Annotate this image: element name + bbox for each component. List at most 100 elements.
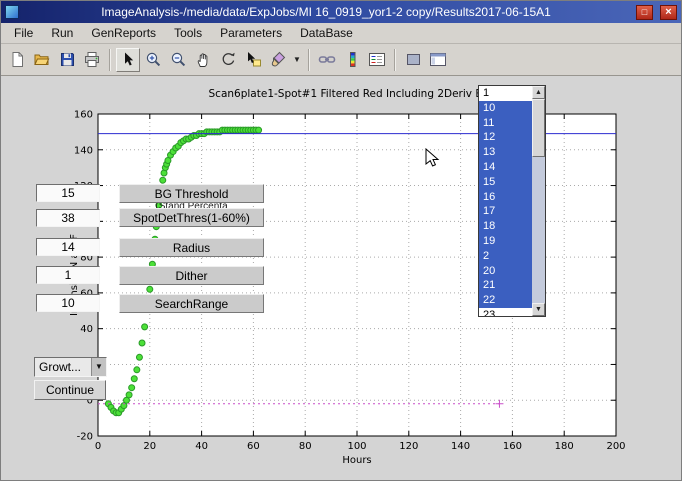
maximize-button[interactable]: □ [636,5,653,20]
listbox-item[interactable]: 21 [479,278,532,293]
menu-parameters[interactable]: Parameters [211,24,291,42]
print-figure-button[interactable] [80,48,104,72]
zoom-out-button[interactable] [166,48,190,72]
growth-plot: 020406080100120140160180200-200204060801… [1,77,682,481]
spotdetthres-button[interactable]: SpotDetThres(1-60%) [119,208,264,227]
zoom-in-icon [145,51,162,68]
listbox-item[interactable]: 1 [479,86,532,101]
zoom-in-button[interactable] [141,48,165,72]
menu-run[interactable]: Run [42,24,82,42]
printer-icon [83,51,101,68]
dither-button[interactable]: Dither [119,266,264,285]
link-icon [318,51,336,68]
searchrange-button[interactable]: SearchRange [119,294,264,313]
show-tools-icon [429,51,447,68]
show-plot-tools-button[interactable] [426,48,450,72]
pan-button[interactable] [191,48,215,72]
brush-icon [270,51,287,68]
listbox-item[interactable]: 11 [479,116,532,131]
svg-text:120: 120 [399,441,418,452]
listbox-item[interactable]: 20 [479,264,532,279]
scroll-up-arrow-icon[interactable]: ▲ [532,86,545,99]
svg-text:100: 100 [347,441,366,452]
menu-bar: File Run GenReports Tools Parameters Dat… [1,23,681,44]
hand-icon [195,51,212,68]
svg-text:0: 0 [95,441,101,452]
close-button[interactable]: × [660,5,677,20]
brush-button[interactable] [266,48,290,72]
svg-text:140: 140 [74,145,93,156]
value-listbox-items: 110111213141516171819220212223 [479,86,532,316]
data-cursor-button[interactable] [241,48,265,72]
chevron-down-icon: ▼ [293,55,301,64]
listbox-item[interactable]: 10 [479,101,532,116]
listbox-item[interactable]: 16 [479,190,532,205]
svg-text:160: 160 [503,441,522,452]
rotate-icon [220,51,237,68]
figure-area: 020406080100120140160180200-200204060801… [1,77,682,481]
svg-text:80: 80 [299,441,312,452]
svg-text:Hours: Hours [342,455,371,466]
bg-threshold-button[interactable]: BG Threshold [119,184,264,203]
rotate-3d-button[interactable] [216,48,240,72]
svg-text:40: 40 [80,324,93,335]
new-figure-button[interactable] [5,48,29,72]
listbox-item[interactable]: 18 [479,219,532,234]
svg-text:200: 200 [606,441,625,452]
toolbar-separator [109,49,111,71]
listbox-item[interactable]: 14 [479,160,532,175]
link-plot-button[interactable] [315,48,339,72]
brush-menu-button[interactable]: ▼ [291,48,303,72]
listbox-item[interactable]: 12 [479,130,532,145]
radius-input[interactable] [36,238,100,256]
svg-text:60: 60 [247,441,260,452]
window-menu-icon[interactable] [5,5,19,19]
spotdetthres-input[interactable] [36,209,100,227]
hide-tools-icon [405,51,422,68]
open-folder-icon [33,51,51,68]
listbox-item[interactable]: 17 [479,204,532,219]
listbox-item[interactable]: 19 [479,234,532,249]
app-window: ImageAnalysis-/media/data/ExpJobs/MI 16_… [0,0,682,481]
continue-button[interactable]: Continue [34,380,106,400]
scrollbar-thumb[interactable] [532,99,545,157]
dither-input[interactable] [36,266,100,284]
listbox-item[interactable]: 22 [479,293,532,308]
listbox-item[interactable]: 13 [479,145,532,160]
scroll-down-arrow-icon[interactable]: ▼ [532,303,545,316]
radius-button[interactable]: Radius [119,238,264,257]
searchrange-input[interactable] [36,294,100,312]
value-dropdown-list: 110111213141516171819220212223 ▲ ▼ [478,85,546,317]
listbox-item[interactable]: 15 [479,175,532,190]
hide-plot-tools-button[interactable] [401,48,425,72]
window-title: ImageAnalysis-/media/data/ExpJobs/MI 16_… [23,5,629,19]
growth-mode-dropdown[interactable]: Growt... ▼ [34,357,107,377]
menu-database[interactable]: DataBase [291,24,362,42]
toolbar-separator [308,49,310,71]
svg-text:180: 180 [555,441,574,452]
pointer-arrow-icon [120,51,136,68]
chevron-down-icon[interactable]: ▼ [91,358,106,376]
edit-plot-button[interactable] [116,48,140,72]
colorbar-icon [344,51,361,68]
save-figure-button[interactable] [55,48,79,72]
listbox-item[interactable]: 23 [479,308,532,316]
menu-genreports[interactable]: GenReports [82,24,165,42]
toolbar: ▼ [1,44,681,76]
svg-text:-20: -20 [77,432,93,443]
bg-threshold-input[interactable] [36,184,100,202]
menu-file[interactable]: File [5,24,42,42]
svg-text:Scan6plate1-Spot#1 Filtered Re: Scan6plate1-Spot#1 Filtered Red Includin… [209,88,486,100]
legend-icon [368,51,386,68]
open-file-button[interactable] [30,48,54,72]
insert-colorbar-button[interactable] [340,48,364,72]
listbox-item[interactable]: 2 [479,249,532,264]
new-figure-icon [9,51,26,68]
listbox-scrollbar[interactable]: ▲ ▼ [532,86,545,316]
svg-text:40: 40 [195,441,208,452]
svg-text:20: 20 [143,441,156,452]
insert-legend-button[interactable] [365,48,389,72]
growth-mode-value: Growt... [35,358,91,376]
menu-tools[interactable]: Tools [165,24,211,42]
title-bar[interactable]: ImageAnalysis-/media/data/ExpJobs/MI 16_… [1,1,681,23]
